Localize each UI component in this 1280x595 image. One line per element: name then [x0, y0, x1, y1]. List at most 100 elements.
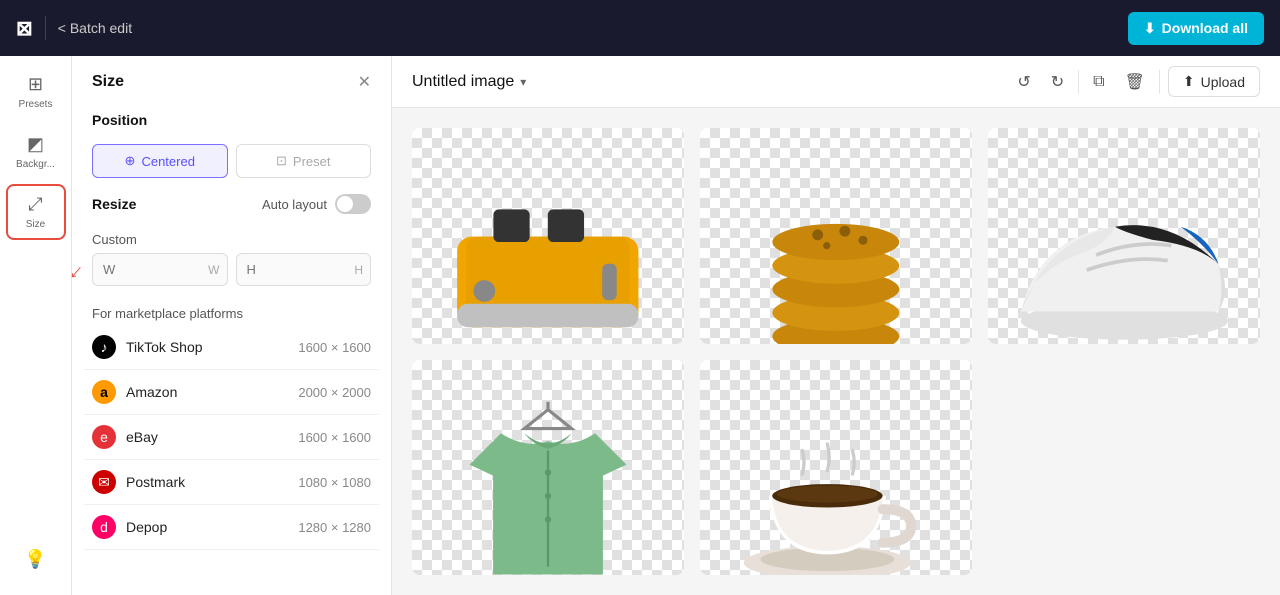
auto-layout-label: Auto layout: [262, 197, 327, 212]
cookies-svg: [727, 155, 945, 343]
amazon-icon: a: [92, 380, 116, 404]
marketplace-list: ♪ TikTok Shop 1600 × 1600 a Amazon 2000 …: [72, 325, 391, 550]
image-card-2[interactable]: 02-Shopee 1080 × 1080px: [700, 128, 972, 344]
content-header: Untitled image ▾ ↺ ↻ ⧉ 🗑 ⬆ Upload: [392, 56, 1280, 108]
panel-close-button[interactable]: ✕: [358, 72, 371, 92]
content-title-row[interactable]: Untitled image ▾: [412, 73, 526, 91]
postmark-icon: ✉: [92, 470, 116, 494]
preset-button[interactable]: ⊡ Preset: [236, 144, 372, 178]
topbar: ⊠ < Batch edit ⬇ Download all: [0, 0, 1280, 56]
coffee-svg: [727, 387, 945, 575]
marketplace-item-amazon[interactable]: a Amazon 2000 × 2000: [84, 370, 379, 415]
centered-label: Centered: [141, 154, 194, 169]
custom-label: Custom: [72, 232, 391, 253]
resize-row: Resize Auto layout: [92, 194, 371, 214]
upload-icon: ⬆: [1183, 73, 1195, 90]
tips-icon: 💡: [24, 549, 46, 570]
depop-size: 1280 × 1280: [298, 520, 371, 535]
centered-icon: ⊕: [125, 153, 136, 169]
ebay-name: eBay: [126, 429, 288, 445]
image-preview-2: [700, 128, 972, 344]
shirt-svg: [446, 394, 650, 576]
download-label: Download all: [1162, 20, 1248, 36]
panel-header: Size ✕: [72, 56, 391, 104]
content-title: Untitled image: [412, 73, 514, 91]
duplicate-button[interactable]: ⧉: [1087, 67, 1110, 97]
image-preview-1: [412, 128, 684, 344]
sidebar-item-size[interactable]: ⤢ Size: [6, 184, 66, 240]
toaster-svg: [439, 155, 657, 343]
size-panel: Size ✕ Position ⊕ Centered ⊡ Preset Resi…: [72, 56, 392, 595]
image-grid: 01-Shopee 1080 × 1080px: [392, 108, 1280, 595]
tips-button[interactable]: 💡: [6, 531, 66, 587]
amazon-name: Amazon: [126, 384, 288, 400]
image-preview-5: [700, 360, 972, 576]
undo-button[interactable]: ↺: [1011, 66, 1036, 98]
amazon-size: 2000 × 2000: [298, 385, 371, 400]
marketplace-item-tiktok[interactable]: ♪ TikTok Shop 1600 × 1600: [84, 325, 379, 370]
sidebar-item-background[interactable]: ◩ Backgr...: [6, 124, 66, 180]
image-preview-3: [988, 128, 1260, 344]
marketplace-item-depop[interactable]: d Depop 1280 × 1280: [84, 505, 379, 550]
back-button[interactable]: < Batch edit: [58, 20, 132, 36]
image-card-5[interactable]: [700, 360, 972, 576]
ebay-icon: e: [92, 425, 116, 449]
depop-name: Depop: [126, 519, 288, 535]
postmark-name: Postmark: [126, 474, 288, 490]
marketplace-item-postmark[interactable]: ✉ Postmark 1080 × 1080: [84, 460, 379, 505]
image-card-1[interactable]: 01-Shopee 1080 × 1080px: [412, 128, 684, 344]
height-label: H: [354, 263, 363, 277]
width-input[interactable]: [92, 253, 228, 286]
depop-icon: d: [92, 515, 116, 539]
height-input-wrap: H: [236, 253, 372, 286]
redo-button[interactable]: ↻: [1045, 66, 1070, 98]
main-layout: ⊞ Presets ◩ Backgr... ⤢ Size 💡 Size ✕ Po…: [0, 56, 1280, 595]
image-card-4[interactable]: [412, 360, 684, 576]
upload-button[interactable]: ⬆ Upload: [1168, 66, 1260, 97]
size-label: Size: [26, 219, 45, 230]
auto-layout-row: Auto layout: [262, 194, 371, 214]
sneaker-svg: [1002, 142, 1247, 344]
centered-button[interactable]: ⊕ Centered: [92, 144, 228, 178]
postmark-size: 1080 × 1080: [298, 475, 371, 490]
download-all-button[interactable]: ⬇ Download all: [1128, 12, 1264, 45]
presets-icon: ⊞: [28, 74, 43, 95]
marketplace-item-ebay[interactable]: e eBay 1600 × 1600: [84, 415, 379, 460]
resize-label: Resize: [92, 196, 136, 212]
panel-title: Size: [92, 73, 124, 91]
topbar-divider: [45, 16, 46, 40]
content-area: Untitled image ▾ ↺ ↻ ⧉ 🗑 ⬆ Upload: [392, 56, 1280, 595]
tiktok-size: 1600 × 1600: [298, 340, 371, 355]
width-input-wrap: W: [92, 253, 228, 286]
content-actions: ↺ ↻ ⧉ 🗑 ⬆ Upload: [1011, 66, 1260, 98]
resize-section: Resize Auto layout: [72, 186, 391, 232]
delete-button[interactable]: 🗑: [1119, 66, 1151, 98]
height-input[interactable]: [236, 253, 372, 286]
image-preview-4: [412, 360, 684, 576]
sidebar-item-presets[interactable]: ⊞ Presets: [6, 64, 66, 120]
ebay-size: 1600 × 1600: [298, 430, 371, 445]
app-logo: ⊠: [16, 16, 33, 41]
sidebar-bottom: 💡: [6, 531, 66, 587]
upload-label: Upload: [1201, 74, 1245, 90]
preset-label: Preset: [293, 154, 331, 169]
actions-divider: [1078, 70, 1079, 94]
image-card-3[interactable]: 03-Shopee 1080 × 1080px: [988, 128, 1260, 344]
actions-divider2: [1159, 70, 1160, 94]
position-buttons: ⊕ Centered ⊡ Preset: [72, 136, 391, 186]
topbar-left: ⊠ < Batch edit: [16, 16, 132, 41]
back-label: < Batch edit: [58, 20, 132, 36]
download-icon: ⬇: [1144, 20, 1156, 37]
background-label: Backgr...: [16, 159, 55, 170]
background-icon: ◩: [27, 134, 44, 155]
chevron-down-icon: ▾: [520, 75, 526, 89]
size-icon: ⤢: [28, 194, 42, 215]
marketplace-section-title: For marketplace platforms: [72, 298, 391, 325]
tiktok-icon: ♪: [92, 335, 116, 359]
auto-layout-toggle[interactable]: [335, 194, 371, 214]
icon-sidebar: ⊞ Presets ◩ Backgr... ⤢ Size 💡: [0, 56, 72, 595]
position-section-title: Position: [72, 104, 391, 136]
dimension-inputs: W H: [72, 253, 391, 298]
preset-icon: ⊡: [276, 153, 287, 169]
presets-label: Presets: [19, 99, 53, 110]
